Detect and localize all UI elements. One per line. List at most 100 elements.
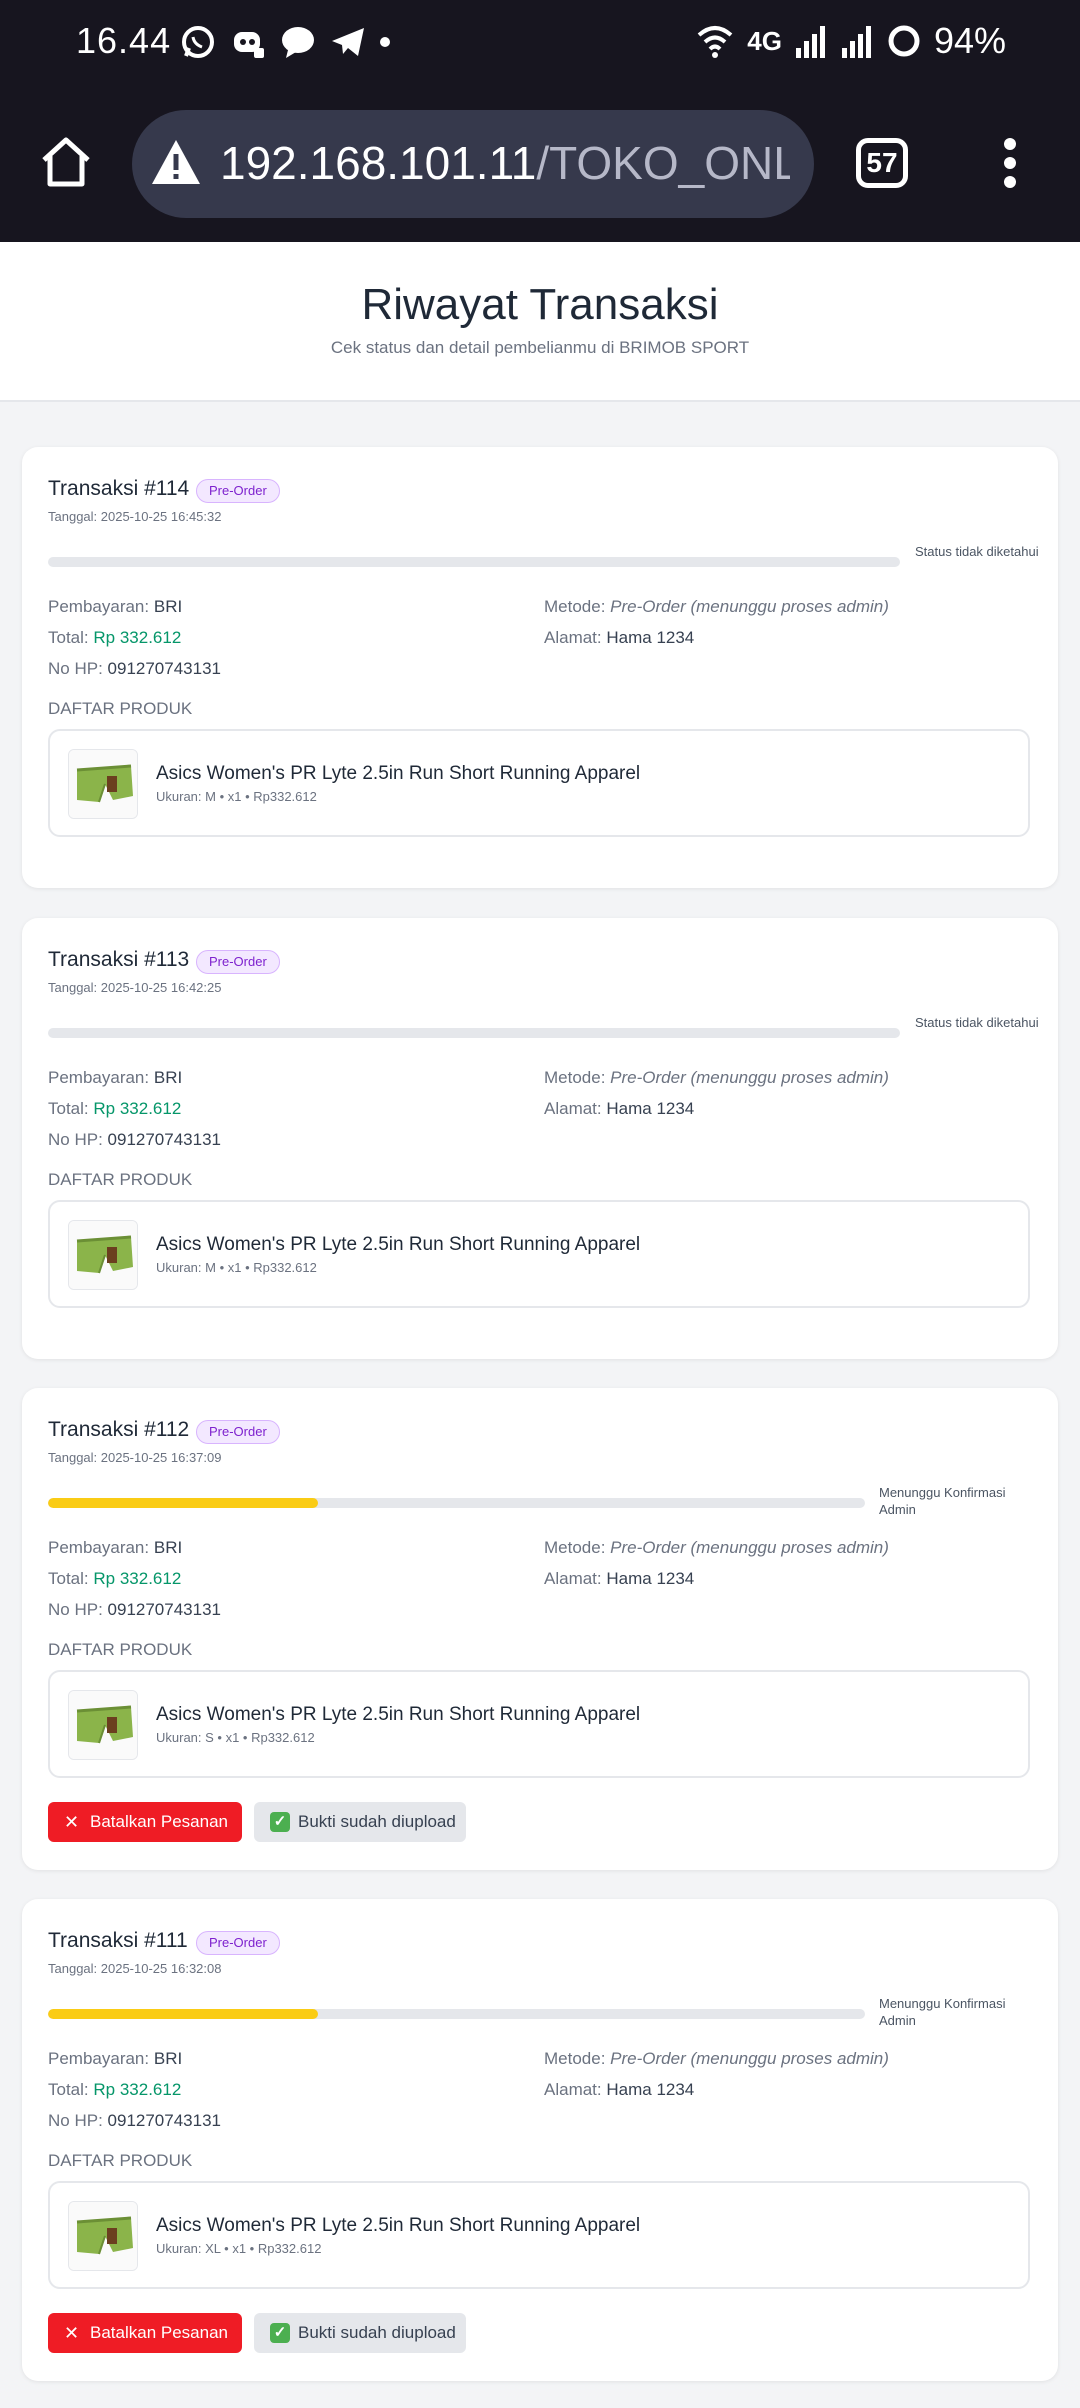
- total-value: Rp 332.612: [93, 1569, 182, 1588]
- phone-info: No HP: 091270743131: [48, 1600, 221, 1620]
- phone-label: No HP:: [48, 659, 103, 678]
- address-value: Hama 1234: [606, 2080, 695, 2099]
- proof-uploaded-button[interactable]: ✓ Bukti sudah diupload: [254, 1802, 466, 1842]
- payment-info: Pembayaran: BRI: [48, 1068, 182, 1088]
- payment-value: BRI: [153, 1538, 183, 1557]
- address-label: Alamat:: [544, 628, 602, 647]
- payment-info: Pembayaran: BRI: [48, 597, 182, 617]
- menu-icon[interactable]: [1002, 138, 1018, 194]
- address-label: Alamat:: [544, 1569, 602, 1588]
- cancel-label: Batalkan Pesanan: [90, 2323, 228, 2342]
- cancel-order-button[interactable]: ✕ Batalkan Pesanan: [48, 2313, 242, 2353]
- product-item[interactable]: Asics Women's PR Lyte 2.5in Run Short Ru…: [48, 2181, 1030, 2289]
- status-time: 16.44: [76, 20, 172, 61]
- transaction-date: Tanggal: 2025-10-25 16:45:32: [48, 509, 222, 524]
- url-text[interactable]: 192.168.101.11/TOKO_ONLINE/t: [220, 136, 790, 190]
- address-info: Alamat: Hama 1234: [544, 1569, 694, 1589]
- product-meta: Ukuran: M • x1 • Rp332.612: [156, 789, 317, 804]
- product-meta: Ukuran: M • x1 • Rp332.612: [156, 1260, 317, 1275]
- transaction-card: Transaksi #114 Pre-Order Tanggal: 2025-10-…: [22, 447, 1058, 888]
- transaction-title: Transaksi #114: [48, 477, 190, 500]
- page-title: Riwayat Transaksi: [361, 280, 719, 329]
- home-icon[interactable]: [38, 134, 94, 190]
- product-image: [69, 750, 137, 818]
- wifi-icon: [697, 26, 733, 58]
- preorder-badge: Pre-Order: [196, 1931, 280, 1955]
- url-path: /TOKO_ONLINE/t: [536, 137, 790, 189]
- total-label: Total:: [48, 2080, 89, 2099]
- total-label: Total:: [48, 1099, 89, 1118]
- product-thumbnail: [68, 1690, 138, 1760]
- address-label: Alamat:: [544, 1099, 602, 1118]
- warning-icon[interactable]: [150, 138, 202, 188]
- method-label: Metode:: [544, 2049, 606, 2068]
- address-info: Alamat: Hama 1234: [544, 628, 694, 648]
- total-label: Total:: [48, 1569, 89, 1588]
- cancel-order-button[interactable]: ✕ Batalkan Pesanan: [48, 1802, 242, 1842]
- transaction-card: Transaksi #112 Pre-Order Tanggal: 2025-10-…: [22, 1388, 1058, 1870]
- browser-chrome: 16.44 4G 94% 192.168.101.11/TOKO_ONLINE/…: [0, 0, 1080, 242]
- telegram-icon: [332, 28, 364, 56]
- transaction-date: Tanggal: 2025-10-25 16:32:08: [48, 1961, 222, 1976]
- payment-info: Pembayaran: BRI: [48, 2049, 182, 2069]
- battery-ring-icon: [888, 25, 920, 57]
- status-progress-fill: [48, 2009, 318, 2019]
- status-text: Status tidak diketahui: [915, 544, 1039, 559]
- address-info: Alamat: Hama 1234: [544, 1099, 694, 1119]
- transaction-title: Transaksi #113: [48, 948, 190, 971]
- transaction-date: Tanggal: 2025-10-25 16:37:09: [48, 1450, 222, 1465]
- transaction-title: Transaksi #112: [48, 1418, 190, 1441]
- check-icon: ✓: [270, 1812, 290, 1832]
- discord-icon: [234, 32, 264, 58]
- product-list-label: DAFTAR PRODUK: [48, 1170, 193, 1189]
- payment-label: Pembayaran:: [48, 597, 150, 616]
- page-header: Riwayat Transaksi Cek status dan detail …: [0, 242, 1080, 402]
- status-progress-bar: [48, 1498, 865, 1508]
- product-item[interactable]: Asics Women's PR Lyte 2.5in Run Short Ru…: [48, 729, 1030, 837]
- product-item[interactable]: Asics Women's PR Lyte 2.5in Run Short Ru…: [48, 1200, 1030, 1308]
- transaction-title: Transaksi #111: [48, 1929, 188, 1952]
- total-info: Total: Rp 332.612: [48, 2080, 181, 2100]
- address-value: Hama 1234: [606, 1569, 695, 1588]
- preorder-badge: Pre-Order: [196, 1420, 280, 1444]
- product-thumbnail: [68, 749, 138, 819]
- preorder-badge: Pre-Order: [196, 950, 280, 974]
- method-label: Metode:: [544, 1538, 606, 1557]
- tab-switcher-button[interactable]: 57: [856, 138, 908, 188]
- status-progress-fill: [48, 1498, 318, 1508]
- product-meta: Ukuran: XL • x1 • Rp332.612: [156, 2241, 322, 2256]
- proof-label: Bukti sudah diupload: [298, 2323, 456, 2342]
- product-list-label: DAFTAR PRODUK: [48, 1640, 193, 1659]
- total-value: Rp 332.612: [93, 2080, 182, 2099]
- signal-icon: [795, 26, 825, 58]
- payment-value: BRI: [153, 1068, 183, 1087]
- method-info: Metode: Pre-Order (menunggu proses admin…: [544, 1538, 889, 1558]
- total-value: Rp 332.612: [93, 628, 182, 647]
- address-bar[interactable]: 192.168.101.11/TOKO_ONLINE/t: [132, 110, 814, 218]
- method-value: Pre-Order (menunggu proses admin): [610, 597, 889, 616]
- proof-uploaded-button[interactable]: ✓ Bukti sudah diupload: [254, 2313, 466, 2353]
- product-list-label: DAFTAR PRODUK: [48, 699, 193, 718]
- method-info: Metode: Pre-Order (menunggu proses admin…: [544, 2049, 889, 2069]
- signal-icon-2: [841, 26, 871, 58]
- close-icon: ✕: [64, 1812, 80, 1832]
- phone-value: 091270743131: [107, 1130, 221, 1149]
- product-item[interactable]: Asics Women's PR Lyte 2.5in Run Short Ru…: [48, 1670, 1030, 1778]
- address-info: Alamat: Hama 1234: [544, 2080, 694, 2100]
- status-text: Menunggu Konfirmasi Admin: [879, 1996, 1006, 2028]
- total-info: Total: Rp 332.612: [48, 1569, 181, 1589]
- phone-info: No HP: 091270743131: [48, 2111, 221, 2131]
- whatsapp-icon: [182, 26, 214, 58]
- status-text: Menunggu Konfirmasi Admin: [879, 1485, 1006, 1517]
- product-list-label: DAFTAR PRODUK: [48, 2151, 193, 2170]
- product-name: Asics Women's PR Lyte 2.5in Run Short Ru…: [156, 1704, 641, 1725]
- product-image: [69, 1221, 137, 1289]
- payment-label: Pembayaran:: [48, 1068, 150, 1087]
- page-subtitle: Cek status dan detail pembelianmu di BRI…: [330, 338, 750, 357]
- status-bar: 16.44 4G 94%: [0, 0, 1080, 86]
- phone-label: No HP:: [48, 2111, 103, 2130]
- cancel-label: Batalkan Pesanan: [90, 1812, 228, 1831]
- browser-toolbar: 192.168.101.11/TOKO_ONLINE/t 57: [0, 108, 1080, 220]
- product-thumbnail: [68, 1220, 138, 1290]
- product-image: [69, 1691, 137, 1759]
